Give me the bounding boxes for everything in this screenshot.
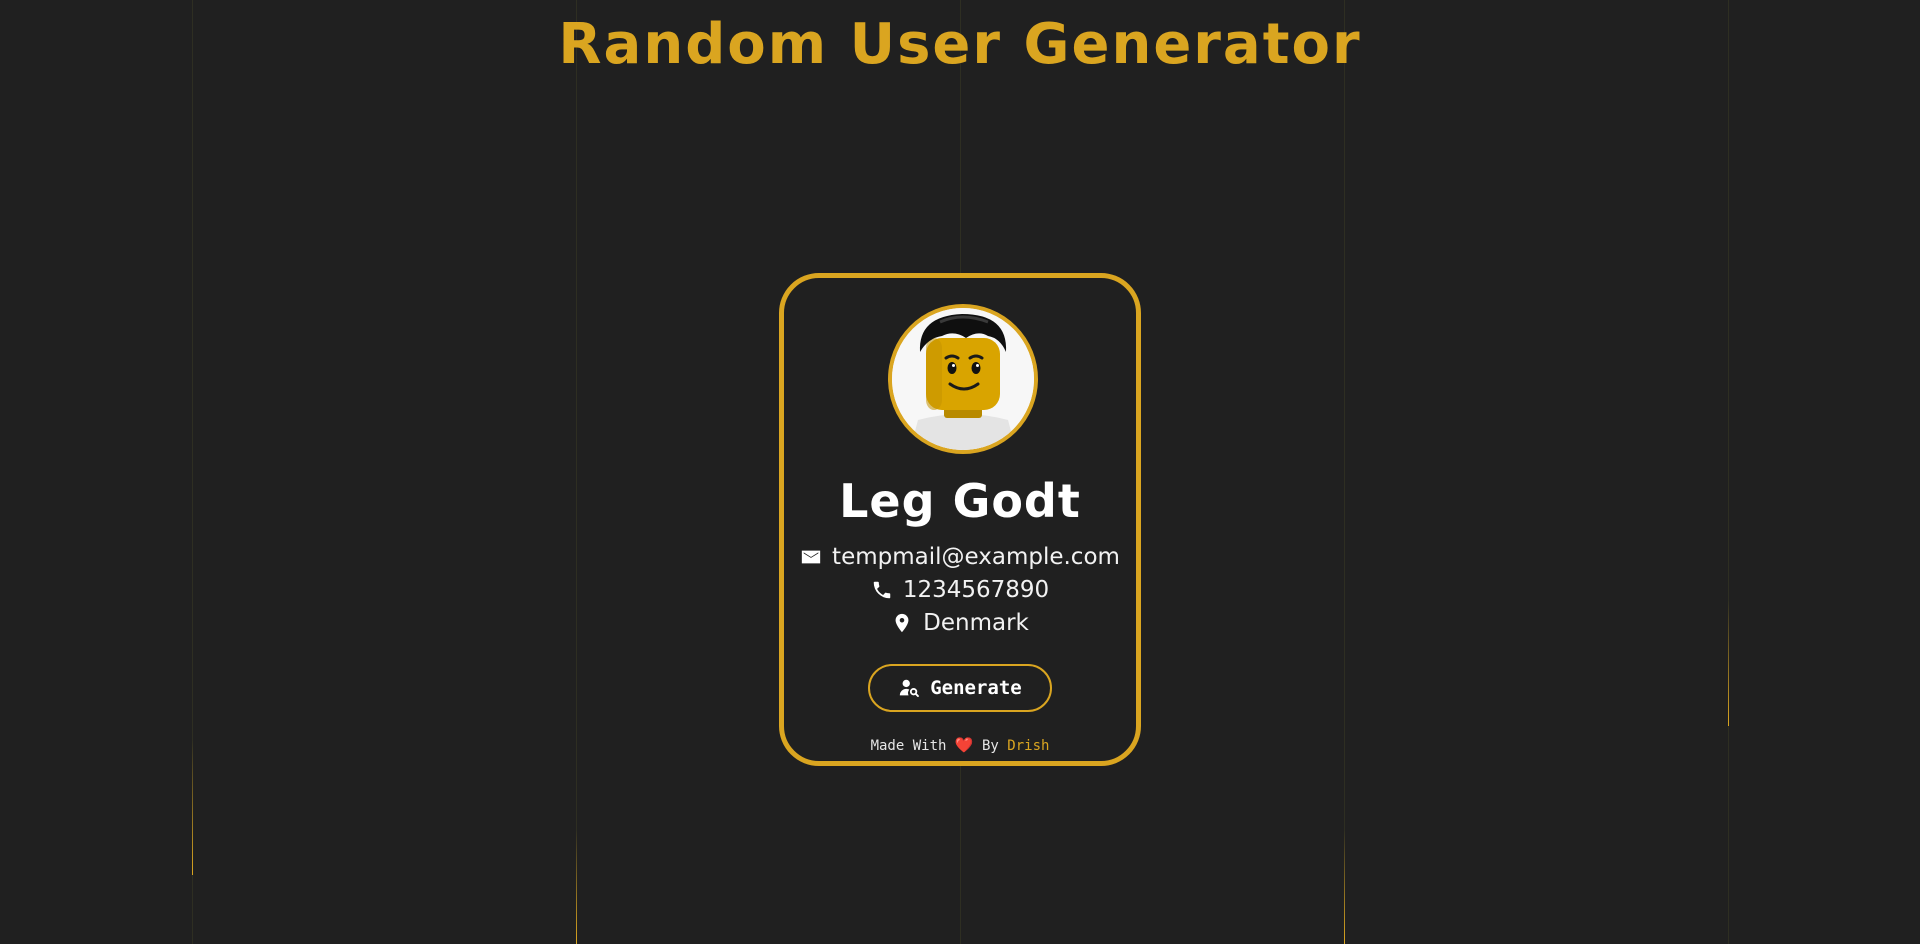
- lego-minifigure-avatar-image: [892, 308, 1034, 450]
- background-line: [576, 0, 577, 944]
- avatar: [888, 304, 1038, 454]
- background-line: [1728, 0, 1729, 944]
- phone-icon: [871, 579, 893, 601]
- user-email: tempmail@example.com: [832, 544, 1120, 570]
- map-pin-icon: [891, 612, 913, 634]
- footer-by: By: [981, 738, 999, 754]
- footer-credit: Made With ❤️ By Drish: [784, 736, 1136, 754]
- envelope-icon: [800, 546, 822, 568]
- page-background: Random User Generator Leg Godt tempmail@…: [0, 0, 1920, 944]
- email-row: tempmail@example.com: [784, 544, 1136, 570]
- user-card: Leg Godt tempmail@example.com 1234567890…: [779, 273, 1141, 766]
- generate-button-label: Generate: [930, 677, 1022, 699]
- user-name: Leg Godt: [839, 474, 1081, 528]
- generate-button[interactable]: Generate: [868, 664, 1052, 712]
- location-row: Denmark: [784, 610, 1136, 636]
- footer-made-with: Made With: [870, 738, 947, 754]
- background-line: [1344, 0, 1345, 944]
- background-line: [192, 0, 193, 944]
- user-location: Denmark: [923, 610, 1029, 636]
- phone-row: 1234567890: [784, 577, 1136, 603]
- heart-icon: ❤️: [954, 736, 974, 754]
- user-phone: 1234567890: [902, 577, 1050, 603]
- author-link[interactable]: Drish: [1007, 738, 1049, 754]
- user-search-icon: [898, 677, 920, 699]
- page-title: Random User Generator: [558, 12, 1362, 77]
